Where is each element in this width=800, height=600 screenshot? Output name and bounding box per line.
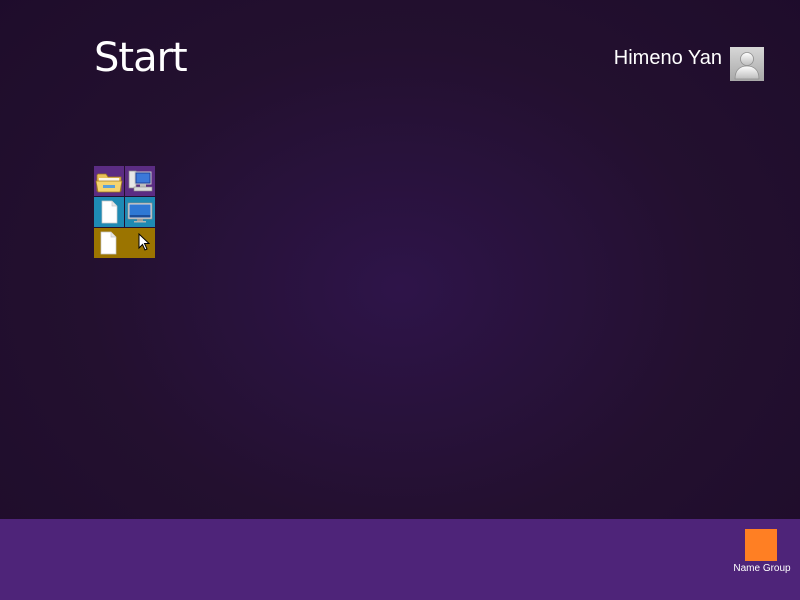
- tile-desktop[interactable]: [125, 197, 155, 227]
- start-screen-title: Start: [94, 35, 188, 81]
- file-explorer-icon: [95, 173, 123, 193]
- tile-computer[interactable]: [125, 166, 155, 196]
- name-group-button[interactable]: Name Group: [730, 529, 794, 589]
- name-group-label: Name Group: [733, 563, 791, 574]
- tile-file-explorer[interactable]: [94, 166, 124, 196]
- desktop-icon: [127, 202, 153, 223]
- name-group-icon: [745, 529, 777, 561]
- user-avatar-icon: [730, 47, 764, 81]
- computer-icon: [128, 170, 153, 192]
- mouse-cursor-icon: [138, 233, 150, 251]
- user-name: Himeno Yan: [613, 46, 722, 69]
- document-icon: [100, 231, 117, 255]
- document-icon: [101, 200, 118, 224]
- tile-document[interactable]: [94, 197, 124, 227]
- app-bar: Name Group: [0, 519, 800, 600]
- user-account-button[interactable]: Himeno Yan: [614, 47, 764, 81]
